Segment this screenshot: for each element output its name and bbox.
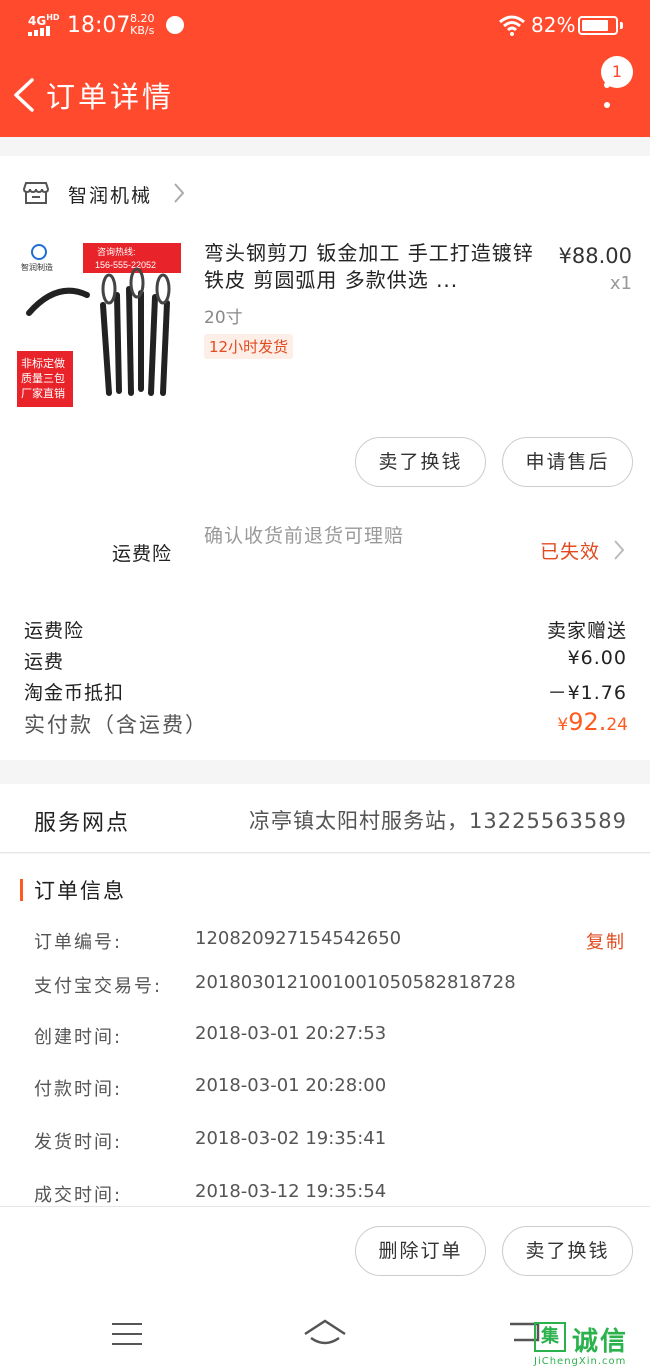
info-row-shipped: 发货时间: 2018-03-02 19:35:41 <box>34 1128 634 1158</box>
info-label: 创建时间: <box>34 1027 123 1048</box>
watermark-url: JiChengXin.com <box>534 1356 627 1367</box>
wifi-icon <box>499 15 525 36</box>
info-row-paid: 付款时间: 2018-03-01 20:28:00 <box>34 1075 634 1105</box>
product-title[interactable]: 弯头钢剪刀 钣金加工 手工打造镀锌铁皮 剪圆弧用 多款供选 ... <box>204 240 534 294</box>
info-label: 发货时间: <box>34 1132 123 1153</box>
image-badge-3: 厂家直销 <box>21 386 65 400</box>
fee-value: ¥6.00 <box>567 647 627 669</box>
fee-label: 运费险 <box>24 620 85 642</box>
battery-percent: 82% <box>531 13 576 37</box>
delivery-tag: 12小时发货 <box>204 334 294 359</box>
delete-order-button[interactable]: 删除订单 <box>355 1226 486 1276</box>
info-value: 120820927154542650 <box>195 928 402 949</box>
shop-name[interactable]: 智润机械 <box>68 181 152 208</box>
top-bar: 4GHD 18:07 8.20 KB/s 82% 订单详情 1 <box>0 0 650 137</box>
shop-row[interactable]: 智润机械 <box>0 156 650 230</box>
info-label: 成交时间: <box>34 1185 123 1206</box>
battery-tip <box>620 22 623 29</box>
copy-button[interactable]: 复制 <box>586 928 626 954</box>
order-info-title: 订单信息 <box>34 879 126 903</box>
info-value: 2018-03-02 19:35:41 <box>195 1128 387 1149</box>
bottom-action-bar: 删除订单 卖了换钱 <box>0 1206 650 1296</box>
notification-badge[interactable]: 1 <box>601 56 633 88</box>
insurance-label: 运费险 <box>112 543 173 565</box>
signal-icon <box>28 26 50 36</box>
shop-icon <box>23 182 49 204</box>
info-label: 支付宝交易号: <box>34 976 163 997</box>
info-value: 2018-03-01 20:28:00 <box>195 1075 387 1096</box>
service-point-label: 服务网点 <box>34 811 131 836</box>
service-point-row: 服务网点 凉亭镇太阳村服务站，13225563589 <box>0 784 650 853</box>
section-marker <box>20 879 23 901</box>
menu-icon[interactable] <box>112 1323 142 1345</box>
service-point-value: 凉亭镇太阳村服务站，13225563589 <box>249 809 627 833</box>
after-sale-button[interactable]: 申请售后 <box>502 437 633 487</box>
info-label: 付款时间: <box>34 1079 123 1100</box>
battery-icon <box>578 16 618 35</box>
fee-label: 淘金币抵扣 <box>24 682 125 704</box>
watermark-text: 诚信 <box>572 1327 629 1357</box>
info-value: 2018-03-01 20:27:53 <box>195 1023 387 1044</box>
image-badge-2: 质量三包 <box>21 372 65 385</box>
image-badge-1: 非标定做 <box>21 356 65 370</box>
page-title: 订单详情 <box>46 80 175 114</box>
product-thumbnail[interactable]: 咨询热线: 156-555-22052 智润制造 非标定做 质量三包 厂家直销 <box>17 243 181 407</box>
chevron-right-icon[interactable] <box>612 539 626 561</box>
fee-label: 运费 <box>24 651 65 673</box>
order-info-section: 订单信息 订单编号: 120820927154542650 复制 支付宝交易号:… <box>0 854 650 1206</box>
info-row-order-number: 订单编号: 120820927154542650 <box>34 928 634 958</box>
fee-value: －¥1.76 <box>547 682 627 704</box>
network-type: 4GHD <box>28 13 60 28</box>
browser-icon <box>166 16 184 34</box>
insurance-status[interactable]: 已失效 <box>540 537 600 564</box>
status-bar: 4GHD 18:07 8.20 KB/s 82% <box>0 0 650 52</box>
back-arrow-icon[interactable] <box>12 78 38 112</box>
info-row-alipay-number: 支付宝交易号: 2018030121001001050582818728 <box>34 972 634 1002</box>
total-label: 实付款（含运费） <box>24 713 208 737</box>
info-value: 2018-03-12 19:35:54 <box>195 1181 387 1202</box>
info-row-created: 创建时间: 2018-03-01 20:27:53 <box>34 1023 634 1053</box>
insurance-description: 确认收货前退货可理赔 <box>204 525 405 547</box>
product-spec: 20寸 <box>204 308 243 328</box>
order-card: 智润机械 咨询热线: 156-555-22052 智润制造 非标定做 质量三包 … <box>0 156 650 760</box>
info-value: 2018030121001001050582818728 <box>195 972 516 993</box>
chevron-right-icon <box>174 183 185 203</box>
watermark-logo: 集 <box>534 1322 566 1352</box>
hotline-label: 咨询热线: <box>97 246 136 257</box>
sell-button[interactable]: 卖了换钱 <box>355 437 486 487</box>
fee-value: 卖家赠送 <box>546 620 627 642</box>
sell-button-bottom[interactable]: 卖了换钱 <box>502 1226 633 1276</box>
clock: 18:07 <box>67 13 131 38</box>
network-speed: 8.20 KB/s <box>130 12 155 37</box>
home-icon[interactable] <box>303 1318 347 1348</box>
product-price: ¥88.00 <box>558 244 632 268</box>
hotline-number: 156-555-22052 <box>95 260 156 270</box>
total-amount: ¥92.24 <box>557 708 628 736</box>
watermark: 集 诚信 JiChengXin.com <box>534 1318 644 1368</box>
product-quantity: x1 <box>609 273 632 294</box>
info-label: 订单编号: <box>34 932 123 953</box>
brand-text: 智润制造 <box>21 262 53 272</box>
